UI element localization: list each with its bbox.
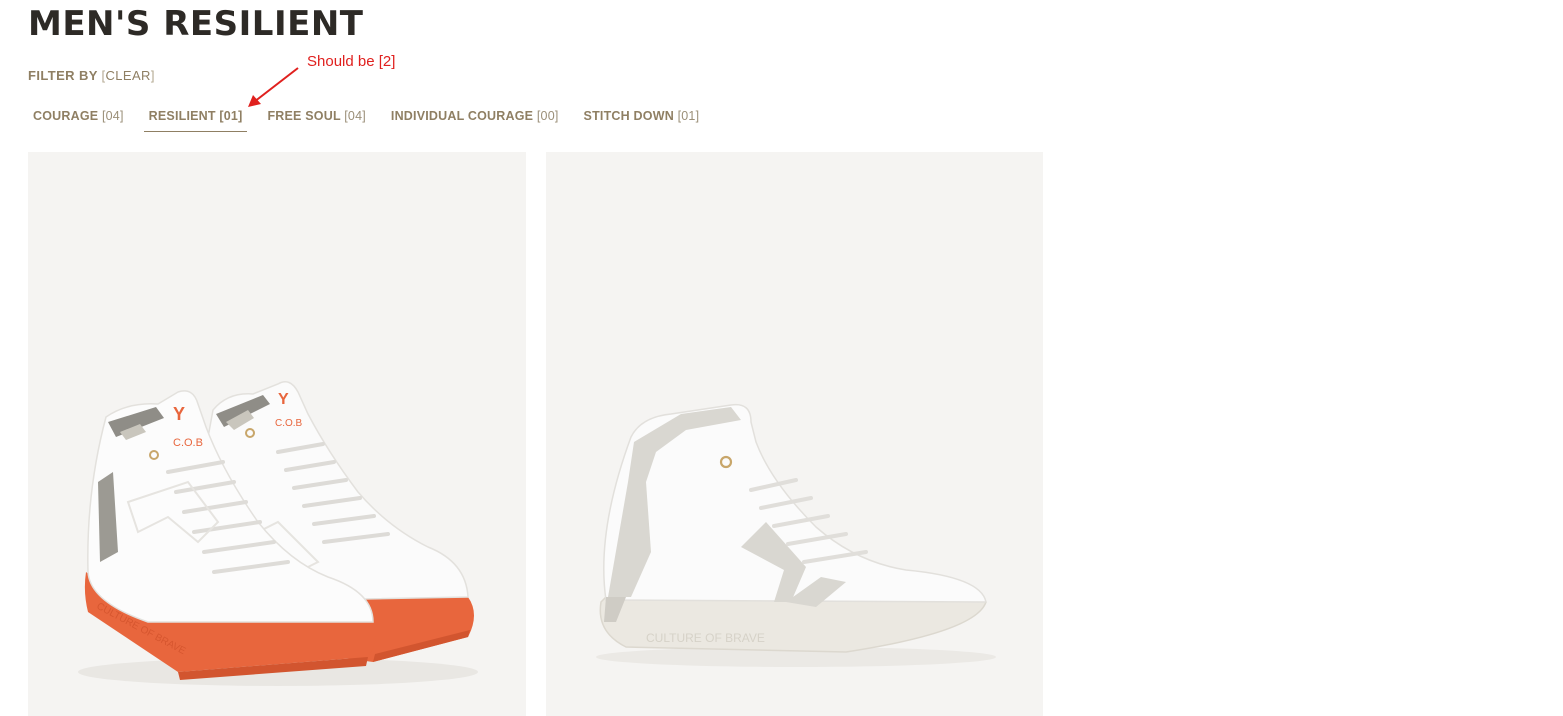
product-image-sneaker-pair: Y C.O.B CULTURE OF BRAVE Y C.O.B xyxy=(78,381,478,686)
tab-count: [04] xyxy=(344,109,366,123)
product-card-2[interactable]: CULTURE OF BRAVE xyxy=(546,152,1043,716)
svg-text:C.O.B: C.O.B xyxy=(275,418,303,429)
annotation-note: Should be [2] xyxy=(307,53,396,70)
filter-clear-label: CLEAR xyxy=(105,68,151,83)
filter-bar: FILTER BY [CLEAR] xyxy=(28,67,155,85)
tab-label: COURAGE xyxy=(33,109,99,123)
tab-resilient[interactable]: RESILIENT [01] xyxy=(143,104,248,132)
category-tabs: COURAGE [04] RESILIENT [01] FREE SOUL [0… xyxy=(28,104,719,132)
tab-label: INDIVIDUAL COURAGE xyxy=(390,109,534,123)
product-card-1[interactable]: Y C.O.B CULTURE OF BRAVE Y C.O.B xyxy=(28,152,526,716)
tab-count: [04] xyxy=(101,109,124,123)
tab-label: RESILIENT xyxy=(148,109,216,123)
product-image-sneaker-single: CULTURE OF BRAVE xyxy=(596,403,996,667)
annotation-arrow-icon xyxy=(248,67,299,107)
svg-text:Y: Y xyxy=(278,391,289,408)
tab-stitch-down[interactable]: STITCH DOWN [01] xyxy=(579,104,705,132)
tab-label: STITCH DOWN xyxy=(583,109,674,123)
page-title: MEN'S RESILIENT xyxy=(28,4,364,44)
svg-text:Y: Y xyxy=(173,404,185,424)
tab-count: [01] xyxy=(677,109,700,123)
filter-clear-link[interactable]: [CLEAR] xyxy=(101,68,154,83)
tab-count: [01] xyxy=(219,109,243,123)
svg-text:CULTURE OF BRAVE: CULTURE OF BRAVE xyxy=(646,631,765,645)
product-listing-page: MEN'S RESILIENT FILTER BY [CLEAR] COURAG… xyxy=(0,0,1563,716)
filter-label: FILTER BY xyxy=(28,68,98,83)
tab-count: [00] xyxy=(536,109,559,123)
svg-text:C.O.B: C.O.B xyxy=(173,437,203,449)
tab-individual-courage[interactable]: INDIVIDUAL COURAGE [00] xyxy=(386,104,564,132)
tab-courage[interactable]: COURAGE [04] xyxy=(28,104,129,132)
